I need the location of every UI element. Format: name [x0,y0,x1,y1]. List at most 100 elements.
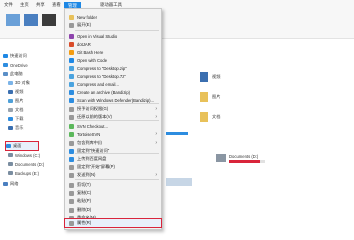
menu-item-icon [69,65,74,71]
tab-home[interactable]: 主页 [20,2,29,8]
menu-item-11[interactable]: 授予访问权限(G) › [65,105,161,113]
menu-item-19[interactable]: 发送到(N) › [65,171,161,179]
drive-icon [216,154,226,162]
menu-item-label: 剪切(T) [77,182,91,187]
menu-item-1[interactable]: 展开(E) [65,21,161,29]
context-menu: New folder 展开(E) Open in Visual Studio dotJ… [64,8,162,230]
chevron-right-icon: › [155,140,157,146]
menu-item-label: 属性(R) [77,220,92,225]
menu-item-icon [69,81,74,87]
menu-item-3[interactable]: dotJAR [65,40,161,48]
menu-item-icon [69,148,74,154]
partial-item[interactable] [166,178,192,186]
menu-item-label: 上传到百度网盘 [77,156,107,161]
menu-item-9[interactable]: Create an archive (Bandizip) [65,88,161,96]
tab-file[interactable]: 文件 [4,2,13,8]
menu-item-18[interactable]: 固定到"开始"屏幕(P) [65,163,161,171]
computer-icon [3,72,8,76]
tab-share[interactable]: 共享 [36,2,45,8]
nav-music[interactable]: 音乐 [8,124,23,132]
folder-label: 视频 [212,74,221,79]
nav-network[interactable]: 网络 [3,180,18,188]
menu-item-icon [69,156,74,162]
menu-item-26[interactable]: 属性(R) [64,218,162,228]
menu-item-15[interactable]: 包含到库中(I) › [65,139,161,147]
menu-separator [75,179,159,180]
nav-quick-access[interactable]: 快速访问 [3,52,27,60]
menu-item-icon [69,73,74,79]
menu-item-0[interactable]: New folder [65,13,161,21]
nav-3d-objects[interactable]: 3D 对象 [8,79,30,87]
menu-separator [75,153,159,154]
menu-item-5[interactable]: Open with Code [65,56,161,64]
menu-item-icon [69,220,74,226]
menu-item-icon [69,41,74,47]
tab-view[interactable]: 查看 [52,2,61,8]
folder-icon [200,92,208,102]
cut-icon[interactable] [42,14,56,26]
menu-item-8[interactable]: Compress and email... [65,80,161,88]
nav-label: 图片 [15,98,24,103]
menu-item-icon [69,207,74,213]
menu-item-20[interactable]: 剪切(T) [65,181,161,189]
nav-downloads[interactable]: 下载 [8,115,23,123]
nav-drive-e[interactable]: Backups (E:) [8,169,39,177]
copy-icon[interactable] [24,14,38,26]
menu-item-icon [69,33,74,39]
menu-item-icon [69,89,74,95]
menu-item-icon [69,172,74,178]
chevron-right-icon: › [155,106,157,112]
folder-icon [200,112,208,122]
folder-videos[interactable]: 视频 [200,72,220,82]
menu-item-icon [69,182,74,188]
pin-icon[interactable] [6,14,20,26]
menu-item-6[interactable]: Compress to "Desktop.zip" [65,64,161,72]
menu-item-2[interactable]: Open in Visual Studio [65,32,161,40]
menu-separator [75,30,159,31]
folder-icon [200,72,208,82]
folder-pictures[interactable]: 图片 [200,92,220,102]
nav-label: 文档 [15,107,24,112]
folder-downloads[interactable] [166,132,188,135]
document-icon [8,108,13,112]
nav-pictures[interactable]: 图片 [8,97,23,105]
menu-item-label: 删除(D) [77,207,92,212]
menu-item-label: 发送到(N) [77,172,96,177]
menu-item-21[interactable]: 复制(C) [65,189,161,197]
menu-item-label: Scan with Windows Defender(Bandizip)... [77,97,155,103]
nav-label: 视频 [15,89,24,94]
nav-drive-c[interactable]: Windows (C:) [8,151,40,159]
nav-label: 桌面 [13,143,22,148]
nav-label: 网络 [10,181,19,186]
menu-item-icon [69,190,74,196]
nav-desktop[interactable]: 桌面 [5,141,39,151]
menu-item-7[interactable]: Compress to "Desktop.7z" [65,72,161,80]
nav-this-pc[interactable]: 此电脑 [3,70,23,78]
nav-label: Backups (E:) [15,170,39,176]
menu-item-icon [69,114,74,120]
menu-item-label: Compress and email... [77,81,119,87]
menu-item-14[interactable]: TortoiseSVN › [65,130,161,138]
blue-bar [166,132,188,135]
cube-icon [8,81,13,85]
nav-onedrive[interactable]: OneDrive [3,61,28,69]
menu-item-label: New folder [77,14,98,20]
menu-item-label: dotJAR [77,41,91,47]
menu-item-label: 包含到库中(I) [77,140,102,145]
menu-item-icon [69,131,74,137]
menu-item-22[interactable]: 粘贴(P) [65,197,161,205]
drive-icon [8,171,13,175]
folder-documents[interactable]: 文档 [200,112,220,122]
ribbon: 文件 主页 共享 查看 管理 驱动器工具 [0,0,354,39]
nav-drive-d[interactable]: Documents (D:) [8,160,44,168]
menu-item-23[interactable]: 删除(D) [65,206,161,214]
menu-item-17[interactable]: 上传到百度网盘 [65,155,161,163]
nav-videos[interactable]: 视频 [8,88,23,96]
nav-documents[interactable]: 文档 [8,106,23,114]
menu-item-13[interactable]: SVN Checkout... [65,122,161,130]
menu-item-label: Compress to "Desktop.zip" [77,65,127,71]
nav-label: 下载 [15,116,24,121]
menu-item-icon [69,164,74,170]
menu-item-4[interactable]: Git Bash Here [65,48,161,56]
menu-item-icon [69,49,74,55]
